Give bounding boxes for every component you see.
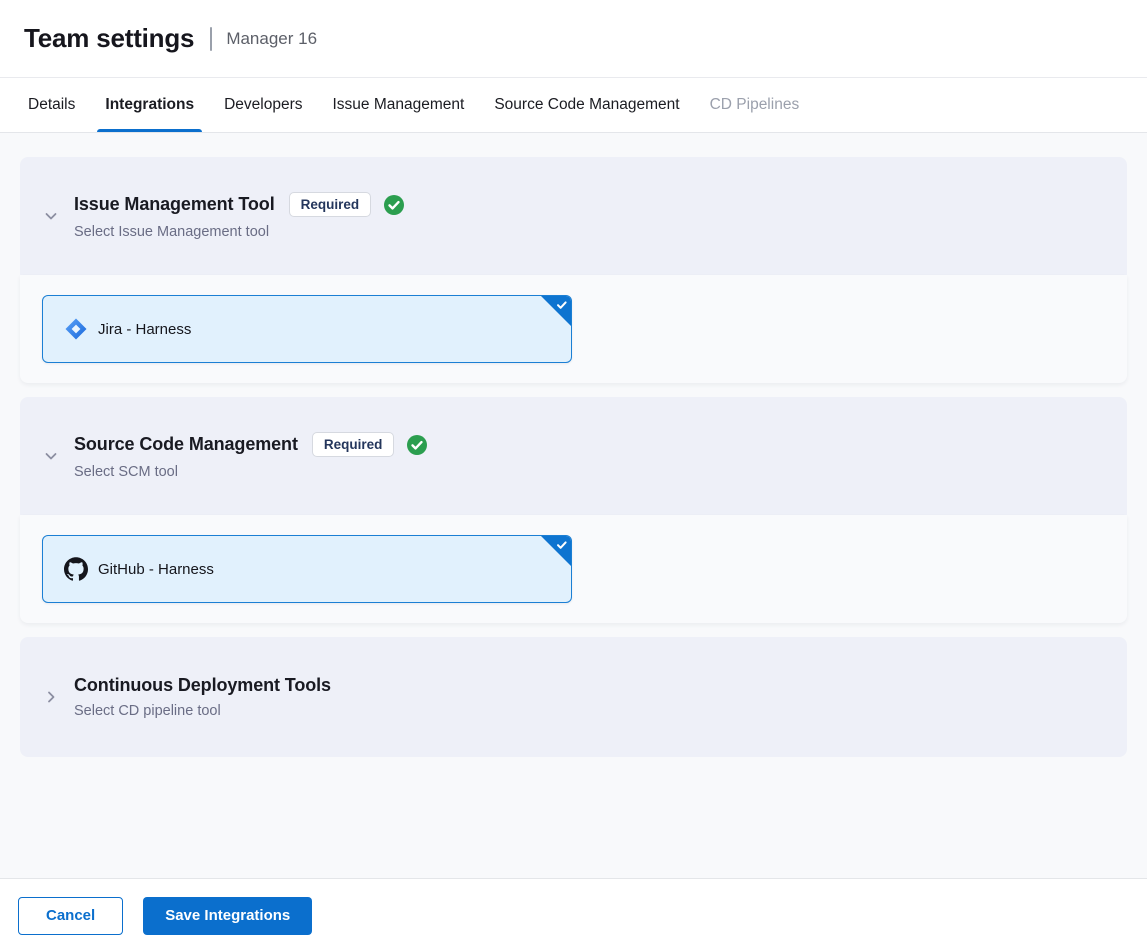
section-header-text: Continuous Deployment Tools Select CD pi… — [74, 675, 331, 719]
tab-developers[interactable]: Developers — [216, 78, 310, 132]
section-header-text: Source Code Management Required Select S… — [74, 432, 428, 480]
completed-check-icon — [406, 434, 428, 456]
github-icon — [64, 557, 88, 581]
tab-issue-management-label: Issue Management — [333, 96, 465, 114]
tab-issue-management[interactable]: Issue Management — [325, 78, 473, 132]
tool-card-github-harness[interactable]: GitHub - Harness — [42, 535, 572, 603]
team-context-label: Manager 16 — [226, 29, 317, 49]
chevron-down-icon — [42, 207, 60, 225]
app-header: Team settings Manager 16 — [0, 0, 1147, 78]
title-separator — [210, 27, 212, 51]
chevron-right-icon — [42, 688, 60, 706]
footer-action-bar: Cancel Save Integrations — [0, 878, 1147, 952]
tab-source-code-management-label: Source Code Management — [494, 96, 679, 114]
section-issue-management-tool: Issue Management Tool Required Select Is… — [20, 157, 1127, 383]
jira-icon — [64, 317, 88, 341]
section-scm-body: GitHub - Harness — [20, 515, 1127, 623]
section-subtitle: Select CD pipeline tool — [74, 703, 331, 719]
integrations-content: Issue Management Tool Required Select Is… — [0, 133, 1147, 878]
tab-integrations[interactable]: Integrations — [97, 78, 202, 132]
section-continuous-deployment-tools: Continuous Deployment Tools Select CD pi… — [20, 637, 1127, 757]
tool-card-label: Jira - Harness — [98, 321, 191, 338]
section-issue-management-header[interactable]: Issue Management Tool Required Select Is… — [20, 157, 1127, 275]
page-title: Team settings — [24, 23, 194, 54]
tab-integrations-label: Integrations — [105, 96, 194, 114]
team-settings-page: Team settings Manager 16 Details Integra… — [0, 0, 1147, 952]
save-integrations-button[interactable]: Save Integrations — [143, 897, 312, 935]
settings-tab-bar: Details Integrations Developers Issue Ma… — [0, 78, 1147, 133]
chevron-down-icon — [42, 447, 60, 465]
cancel-button[interactable]: Cancel — [18, 897, 123, 935]
completed-check-icon — [383, 194, 405, 216]
selected-check-icon — [540, 295, 572, 327]
active-tab-underline — [97, 129, 202, 132]
required-badge: Required — [289, 192, 372, 217]
selected-check-icon — [540, 535, 572, 567]
tab-developers-label: Developers — [224, 96, 302, 114]
tab-source-code-management[interactable]: Source Code Management — [486, 78, 687, 132]
section-title-row: Source Code Management Required — [74, 432, 428, 457]
required-badge: Required — [312, 432, 395, 457]
section-source-code-management: Source Code Management Required Select S… — [20, 397, 1127, 623]
section-issue-management-body: Jira - Harness — [20, 275, 1127, 383]
tab-details-label: Details — [28, 96, 75, 114]
section-header-text: Issue Management Tool Required Select Is… — [74, 192, 405, 240]
section-title: Issue Management Tool — [74, 194, 275, 215]
section-cd-header[interactable]: Continuous Deployment Tools Select CD pi… — [20, 637, 1127, 757]
section-subtitle: Select SCM tool — [74, 464, 428, 480]
section-subtitle: Select Issue Management tool — [74, 224, 405, 240]
tool-card-jira-harness[interactable]: Jira - Harness — [42, 295, 572, 363]
tab-details[interactable]: Details — [20, 78, 83, 132]
section-title: Source Code Management — [74, 434, 298, 455]
section-scm-header[interactable]: Source Code Management Required Select S… — [20, 397, 1127, 515]
section-title: Continuous Deployment Tools — [74, 675, 331, 696]
tool-card-label: GitHub - Harness — [98, 561, 214, 578]
section-title-row: Issue Management Tool Required — [74, 192, 405, 217]
tab-cd-pipelines-label: CD Pipelines — [710, 96, 800, 114]
section-title-row: Continuous Deployment Tools — [74, 675, 331, 696]
tab-cd-pipelines: CD Pipelines — [702, 78, 808, 132]
